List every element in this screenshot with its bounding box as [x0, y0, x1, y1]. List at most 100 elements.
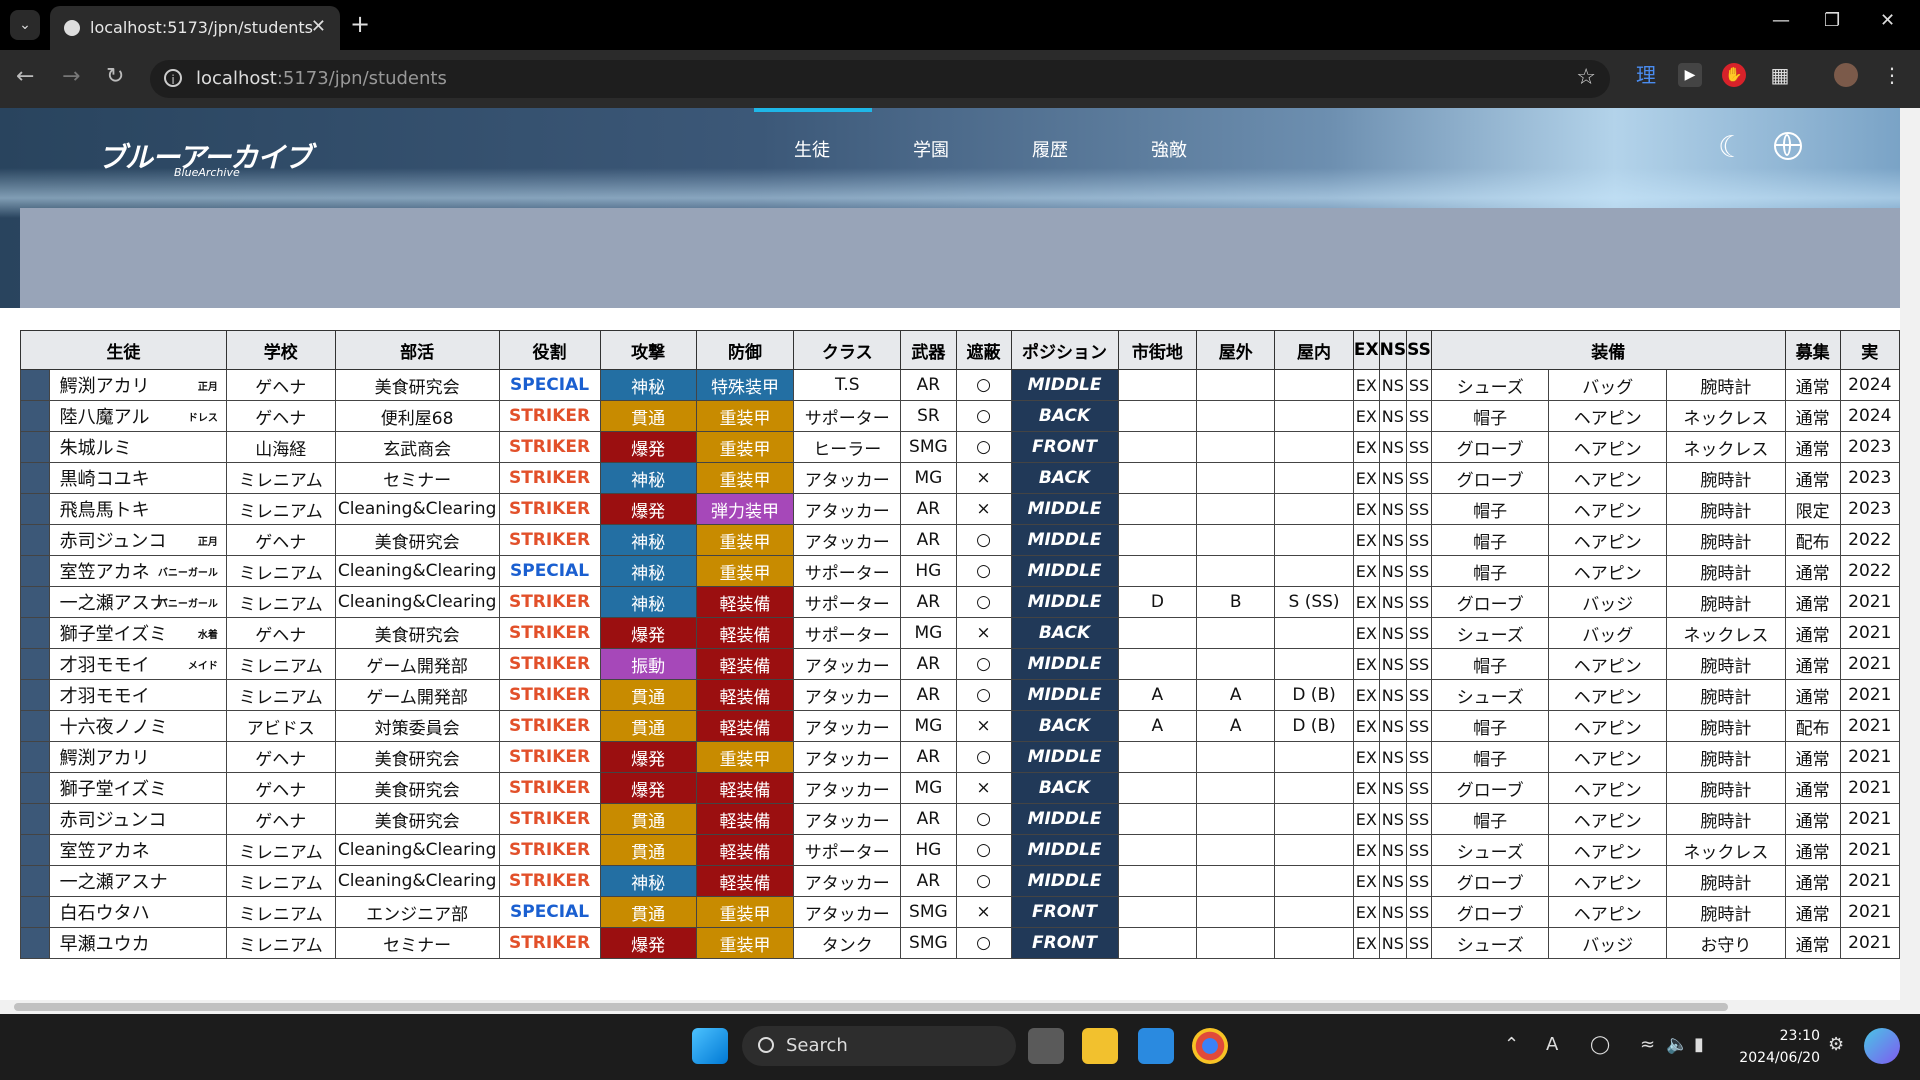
- header-urban[interactable]: 市街地: [1117, 330, 1198, 370]
- header-indoor[interactable]: 屋内: [1274, 330, 1354, 370]
- table-row[interactable]: 一之瀬アスナ ミレニアム Cleaning&Clearing STRIKER 神秘 軽装備…: [20, 865, 1900, 897]
- header-school[interactable]: 学校: [225, 330, 336, 370]
- vscode-icon[interactable]: [1138, 1028, 1174, 1064]
- student-name[interactable]: 赤司ジュンコ 正月: [48, 524, 227, 556]
- extension-adblock-icon[interactable]: ✋: [1722, 63, 1746, 87]
- student-name[interactable]: 赤司ジュンコ: [48, 803, 227, 835]
- volume-muted-icon[interactable]: 🔈: [1666, 1034, 1688, 1055]
- header-ex[interactable]: EX: [1352, 330, 1380, 370]
- taskbar-search[interactable]: Search: [742, 1026, 1016, 1066]
- wifi-icon[interactable]: ≈: [1640, 1034, 1655, 1055]
- student-name[interactable]: 鰐渕アカリ 正月: [48, 369, 227, 401]
- student-name[interactable]: 才羽モモイ: [48, 679, 227, 711]
- restore-icon[interactable]: ❐: [1824, 10, 1840, 31]
- header-recruit[interactable]: 募集: [1784, 330, 1841, 370]
- table-row[interactable]: 陸八魔アル ドレス ゲヘナ 便利屋68 STRIKER 貫通 重装甲 サポーター SR ○ BACK…: [20, 400, 1900, 432]
- table-row[interactable]: 赤司ジュンコ 正月 ゲヘナ 美食研究会 STRIKER 神秘 重装甲 アタッカー AR ○ MIDD…: [20, 524, 1900, 556]
- table-row[interactable]: 室笠アカネ バニーガール ミレニアム Cleaning&Clearing SPECIAL…: [20, 555, 1900, 587]
- input-method-icon[interactable]: A: [1546, 1034, 1558, 1055]
- tray-chevron-up-icon[interactable]: ⌃: [1504, 1034, 1519, 1055]
- table-row[interactable]: 早瀬ユウカ ミレニアム セミナー STRIKER 爆発 重装甲 タンク SMG ○ FRONT EX…: [20, 927, 1900, 959]
- table-row[interactable]: 十六夜ノノミ アビドス 対策委員会 STRIKER 貫通 軽装備 アタッカー MG × BACK A…: [20, 710, 1900, 742]
- header-outdoor[interactable]: 屋外: [1196, 330, 1276, 370]
- table-row[interactable]: 一之瀬アスナ バニーガール ミレニアム Cleaning&Clearing STRIKE…: [20, 586, 1900, 618]
- student-name[interactable]: 鰐渕アカリ: [48, 741, 227, 773]
- windows-start-icon[interactable]: [692, 1028, 728, 1064]
- extensions-puzzle-icon[interactable]: ▦: [1768, 63, 1792, 87]
- table-row[interactable]: 才羽モモイ メイド ミレニアム ゲーム開発部 STRIKER 振動 軽装備 アタッカー AR ○ M…: [20, 648, 1900, 680]
- student-name[interactable]: 朱城ルミ: [48, 431, 227, 463]
- header-student[interactable]: 生徒: [20, 330, 227, 370]
- header-armor[interactable]: 防御: [695, 330, 795, 370]
- student-name[interactable]: 才羽モモイ メイド: [48, 648, 227, 680]
- bookmark-star-icon[interactable]: ☆: [1576, 65, 1596, 90]
- header-impl[interactable]: 実: [1839, 330, 1900, 370]
- header-ss[interactable]: SS: [1406, 330, 1432, 370]
- window-close-icon[interactable]: ✕: [1880, 10, 1895, 31]
- dark-mode-moon-icon[interactable]: ☾: [1718, 130, 1745, 165]
- header-attack[interactable]: 攻撃: [599, 330, 697, 370]
- minimize-icon[interactable]: —: [1772, 10, 1790, 31]
- student-name[interactable]: 一之瀬アスナ: [48, 865, 227, 897]
- header-ns[interactable]: NS: [1378, 330, 1408, 370]
- tab-close-icon[interactable]: ✕: [311, 16, 326, 37]
- tab-list-chevron-icon[interactable]: ⌄: [10, 10, 40, 40]
- table-row[interactable]: 赤司ジュンコ ゲヘナ 美食研究会 STRIKER 貫通 軽装備 アタッカー AR ○ MIDDLE…: [20, 803, 1900, 835]
- task-view-icon[interactable]: [1028, 1028, 1064, 1064]
- header-class[interactable]: クラス: [793, 330, 902, 370]
- profile-avatar-icon[interactable]: [1834, 63, 1858, 87]
- student-name[interactable]: 獅子堂イズミ 水着: [48, 617, 227, 649]
- table-row[interactable]: 才羽モモイ ミレニアム ゲーム開発部 STRIKER 貫通 軽装備 アタッカー AR ○ MIDD…: [20, 679, 1900, 711]
- nav-students[interactable]: 生徒: [794, 136, 830, 162]
- site-info-icon[interactable]: i: [164, 69, 182, 87]
- student-name[interactable]: 一之瀬アスナ バニーガール: [48, 586, 227, 618]
- student-name[interactable]: 飛鳥馬トキ: [48, 493, 227, 525]
- student-name[interactable]: 室笠アカネ: [48, 834, 227, 866]
- table-row[interactable]: 飛鳥馬トキ ミレニアム Cleaning&Clearing STRIKER 爆発 弾力装甲…: [20, 493, 1900, 525]
- battery-icon[interactable]: ▮: [1694, 1034, 1704, 1055]
- table-row[interactable]: 鰐渕アカリ ゲヘナ 美食研究会 STRIKER 爆発 重装甲 アタッカー AR ○ MIDDLE E…: [20, 741, 1900, 773]
- student-name[interactable]: 黒崎コユキ: [48, 462, 227, 494]
- horizontal-scrollbar[interactable]: [0, 1000, 1900, 1014]
- horizontal-scrollbar-thumb[interactable]: [14, 1003, 1728, 1011]
- table-row[interactable]: 獅子堂イズミ 水着 ゲヘナ 美食研究会 STRIKER 爆発 軽装備 サポーター MG × BACK…: [20, 617, 1900, 649]
- language-globe-icon[interactable]: [1774, 132, 1802, 160]
- student-name[interactable]: 室笠アカネ バニーガール: [48, 555, 227, 587]
- back-arrow-icon[interactable]: ←: [16, 64, 34, 89]
- header-weapon[interactable]: 武器: [900, 330, 957, 370]
- copilot-icon[interactable]: [1864, 1028, 1900, 1064]
- url-text[interactable]: localhost:5173/jpn/students: [196, 68, 447, 89]
- extension-media-icon[interactable]: ▶: [1678, 63, 1702, 87]
- new-tab-plus-icon[interactable]: +: [350, 10, 370, 38]
- student-name[interactable]: 陸八魔アル ドレス: [48, 400, 227, 432]
- table-row[interactable]: 朱城ルミ 山海経 玄武商会 STRIKER 爆発 重装甲 ヒーラー SMG ○ FRONT EX NS…: [20, 431, 1900, 463]
- header-role[interactable]: 役割: [498, 330, 601, 370]
- table-row[interactable]: 白石ウタハ ミレニアム エンジニア部 SPECIAL 貫通 重装甲 アタッカー SMG × FRO…: [20, 896, 1900, 928]
- notification-bell-icon[interactable]: ⚙: [1828, 1034, 1844, 1055]
- table-row[interactable]: 獅子堂イズミ ゲヘナ 美食研究会 STRIKER 爆発 軽装備 アタッカー MG × BACK EX…: [20, 772, 1900, 804]
- clock-date[interactable]: 2024/06/20: [1720, 1050, 1820, 1066]
- table-row[interactable]: 黒崎コユキ ミレニアム セミナー STRIKER 神秘 重装甲 アタッカー MG × BACK EX…: [20, 462, 1900, 494]
- file-explorer-icon[interactable]: [1082, 1028, 1118, 1064]
- chrome-icon[interactable]: [1192, 1028, 1228, 1064]
- student-name[interactable]: 白石ウタハ: [48, 896, 227, 928]
- clock-time[interactable]: 23:10: [1720, 1028, 1820, 1044]
- nav-history[interactable]: 履歴: [1032, 136, 1068, 162]
- browser-tab[interactable]: localhost:5173/jpn/students ✕: [50, 6, 340, 50]
- reload-icon[interactable]: ↻: [106, 64, 124, 89]
- header-equipment[interactable]: 装備: [1430, 330, 1786, 370]
- tray-app-icon[interactable]: ◯: [1590, 1034, 1610, 1055]
- header-position[interactable]: ポジション: [1010, 330, 1119, 370]
- student-name[interactable]: 十六夜ノノミ: [48, 710, 227, 742]
- forward-arrow-icon[interactable]: →: [62, 64, 80, 89]
- nav-schools[interactable]: 学園: [913, 136, 949, 162]
- student-name[interactable]: 獅子堂イズミ: [48, 772, 227, 804]
- table-row[interactable]: 室笠アカネ ミレニアム Cleaning&Clearing STRIKER 貫通 軽装備サ…: [20, 834, 1900, 866]
- vertical-scrollbar[interactable]: [1900, 108, 1920, 1014]
- table-row[interactable]: 鰐渕アカリ 正月 ゲヘナ 美食研究会 SPECIAL 神秘 特殊装甲 T.S AR ○ MIDDLE…: [20, 369, 1900, 401]
- student-name[interactable]: 早瀬ユウカ: [48, 927, 227, 959]
- address-bar[interactable]: i localhost:5173/jpn/students ☆: [150, 60, 1610, 98]
- browser-menu-icon[interactable]: ⋮: [1880, 63, 1904, 87]
- header-cover[interactable]: 遮蔽: [955, 330, 1012, 370]
- extension-translate-icon[interactable]: 理: [1634, 63, 1658, 87]
